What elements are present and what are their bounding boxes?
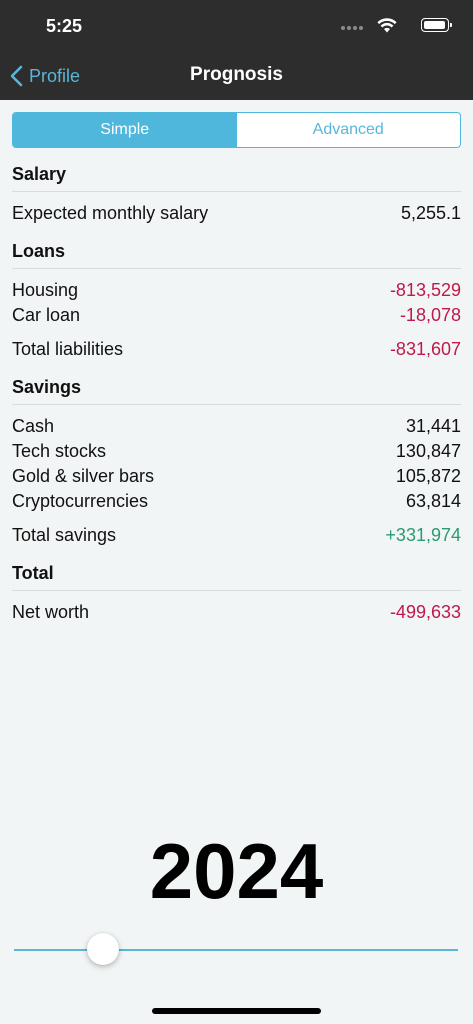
row-cash: Cash 31,441 <box>12 414 461 439</box>
row-label: Expected monthly salary <box>12 203 209 223</box>
battery-icon <box>421 18 452 32</box>
navigation-bar: 5:25 Profile Prognosis <box>0 0 473 100</box>
year-slider-thumb[interactable] <box>86 933 119 965</box>
section-header-salary: Salary <box>12 158 461 192</box>
row-expected-salary: Expected monthly salary 5,255.1 <box>12 201 461 226</box>
row-gold-silver: Gold & silver bars 105,872 <box>12 464 461 489</box>
row-label: Net worth <box>12 602 90 622</box>
row-tech-stocks: Tech stocks 130,847 <box>12 439 461 464</box>
row-label: Cryptocurrencies <box>12 491 149 511</box>
row-label: Tech stocks <box>12 441 107 461</box>
row-label: Total liabilities <box>12 339 124 359</box>
row-value: +331,974 <box>385 525 461 545</box>
page-title: Prognosis <box>190 64 283 85</box>
row-car-loan: Car loan -18,078 <box>12 303 461 328</box>
segment-advanced[interactable]: Advanced <box>237 113 461 147</box>
row-label: Car loan <box>12 305 81 325</box>
row-housing: Housing -813,529 <box>12 278 461 303</box>
year-display: 2024 <box>149 827 324 915</box>
section-header-total: Total <box>12 557 461 591</box>
year-slider-track[interactable] <box>14 949 458 951</box>
row-value: -18,078 <box>399 305 461 325</box>
row-total-liabilities: Total liabilities -831,607 <box>12 337 461 362</box>
status-time: 5:25 <box>46 16 83 36</box>
signal-dots-icon <box>341 26 363 30</box>
status-icons <box>329 17 452 35</box>
mode-segmented-control: Simple Advanced <box>12 112 461 148</box>
row-total-savings: Total savings +331,974 <box>12 523 461 548</box>
row-value: -499,633 <box>389 602 461 622</box>
row-value: -813,529 <box>389 280 461 300</box>
row-value: 130,847 <box>395 441 461 461</box>
row-value: 105,872 <box>395 466 461 486</box>
row-value: 31,441 <box>405 416 461 436</box>
row-value: 63,814 <box>405 491 461 511</box>
segment-simple[interactable]: Simple <box>13 113 237 147</box>
row-label: Gold & silver bars <box>12 466 155 486</box>
row-cryptocurrencies: Cryptocurrencies 63,814 <box>12 489 461 514</box>
section-header-loans: Loans <box>12 235 461 269</box>
section-header-savings: Savings <box>12 371 461 405</box>
row-label: Cash <box>12 416 55 436</box>
home-indicator <box>152 1008 321 1014</box>
row-value: 5,255.1 <box>400 203 461 223</box>
wifi-icon <box>377 18 397 33</box>
row-value: -831,607 <box>389 339 461 359</box>
row-label: Housing <box>12 280 79 300</box>
prognosis-list: Salary Expected monthly salary 5,255.1 L… <box>12 158 461 625</box>
row-label: Total savings <box>12 525 117 545</box>
row-net-worth: Net worth -499,633 <box>12 600 461 625</box>
